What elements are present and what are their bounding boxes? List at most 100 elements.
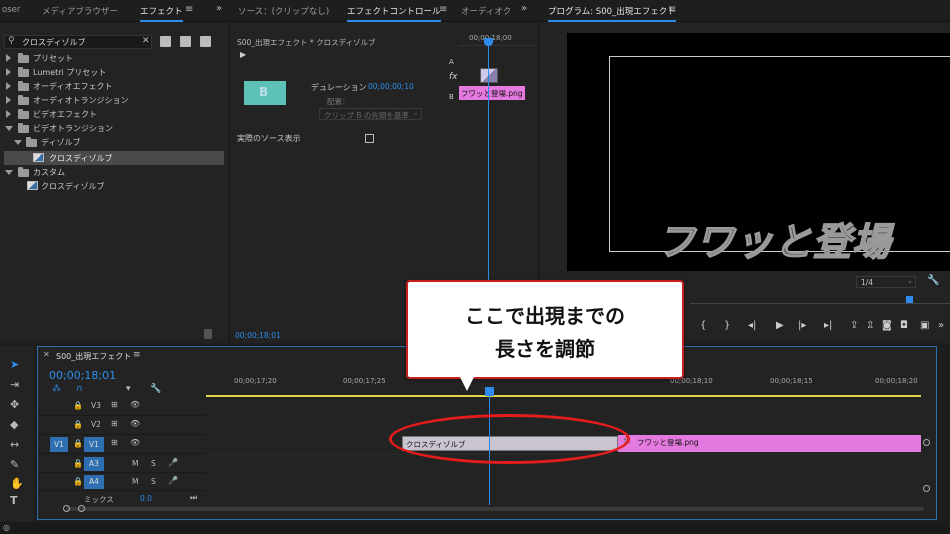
tree-item-custom-cross-dissolve[interactable]: クロスディゾルブ: [0, 179, 224, 193]
add-marker-icon[interactable]: ▾: [126, 384, 131, 394]
source-patch-v1[interactable]: V1: [50, 437, 68, 452]
lock-icon[interactable]: 🔒: [73, 401, 83, 410]
overflow-icon[interactable]: »: [938, 320, 944, 331]
panel-menu-icon[interactable]: ≡: [439, 4, 447, 15]
tree-item-custom[interactable]: カスタム: [0, 165, 224, 179]
sequence-tab[interactable]: S00_出現エフェクト: [56, 351, 131, 362]
mark-in-icon[interactable]: {: [700, 320, 706, 331]
go-to-end-icon[interactable]: ⏭: [190, 493, 197, 503]
pen-tool-icon[interactable]: ✎: [10, 458, 19, 471]
duration-value[interactable]: 00;00;00;10: [368, 82, 414, 91]
wrench-icon[interactable]: 🔧: [927, 275, 939, 286]
32bit-effects-icon[interactable]: [180, 36, 191, 47]
ec-playhead-head[interactable]: [484, 38, 493, 46]
clear-search-icon[interactable]: ✕: [142, 36, 150, 46]
timeline-timecode[interactable]: 00;00;18;01: [49, 369, 116, 382]
eye-icon[interactable]: 👁: [130, 438, 140, 447]
program-video-frame[interactable]: フワッと登場: [567, 33, 950, 271]
solo-button[interactable]: S: [151, 459, 156, 468]
tree-item-video-effects[interactable]: ビデオエフェクト: [0, 107, 224, 121]
mute-button[interactable]: M: [132, 459, 138, 468]
delete-icon[interactable]: [204, 329, 212, 339]
tab-composer[interactable]: oser: [2, 5, 20, 15]
step-back-icon[interactable]: ◂|: [748, 320, 756, 331]
panel-menu-icon[interactable]: ≡: [185, 4, 193, 15]
tree-item-audio-transitions[interactable]: オーディオトランジション: [0, 93, 224, 107]
panel-menu-icon[interactable]: ≡: [668, 4, 676, 15]
tab-media-browser[interactable]: メディアブラウザー: [42, 5, 118, 17]
zoom-handle-right[interactable]: [78, 505, 85, 512]
effect-controls-timecode[interactable]: 00;00;18;01: [235, 331, 281, 340]
microphone-icon[interactable]: 🎤: [168, 458, 178, 467]
work-area-bar[interactable]: [206, 395, 921, 397]
razor-tool-icon[interactable]: ◆: [10, 418, 18, 431]
lock-icon[interactable]: 🔒: [73, 459, 83, 468]
close-icon[interactable]: ✕: [43, 350, 50, 359]
expand-arrow-icon[interactable]: [6, 110, 11, 118]
expand-arrow-icon[interactable]: [6, 96, 11, 104]
lock-icon[interactable]: 🔒: [73, 477, 83, 486]
panel-overflow-icon[interactable]: »: [216, 3, 222, 14]
vertical-scroll-handle-top[interactable]: [923, 439, 930, 446]
microphone-icon[interactable]: 🎤: [168, 476, 178, 485]
selection-tool-icon[interactable]: ➤: [10, 358, 19, 371]
track-label-v1[interactable]: V1: [84, 437, 104, 452]
sync-lock-icon[interactable]: ⊞: [111, 438, 118, 447]
tab-effects[interactable]: エフェクト: [140, 5, 183, 22]
ripple-edit-tool-icon[interactable]: ✥: [10, 398, 19, 411]
zoom-dropdown[interactable]: 1/4 ⌄: [856, 276, 916, 288]
step-forward-icon[interactable]: |▸: [798, 320, 806, 331]
tab-program[interactable]: プログラム: S00_出現エフェクト: [548, 5, 676, 22]
eye-icon[interactable]: 👁: [130, 419, 140, 428]
solo-button[interactable]: S: [151, 477, 156, 486]
snap-icon[interactable]: ⁂: [52, 384, 61, 394]
sync-lock-icon[interactable]: ⊞: [111, 419, 118, 428]
track-label-a4[interactable]: A4: [84, 475, 104, 489]
horizontal-scrollbar[interactable]: [66, 507, 924, 511]
linked-selection-icon[interactable]: ∩: [76, 384, 83, 394]
panel-overflow-icon[interactable]: »: [521, 3, 527, 14]
timeline-settings-icon[interactable]: 🔧: [150, 384, 161, 394]
mute-button[interactable]: M: [132, 477, 138, 486]
expand-arrow-icon[interactable]: [6, 82, 11, 90]
lock-icon[interactable]: 🔒: [73, 420, 83, 429]
hand-tool-icon[interactable]: ✋: [10, 477, 24, 490]
tree-item-presets[interactable]: プリセット: [0, 51, 224, 65]
tree-item-lumetri[interactable]: Lumetri プリセット: [0, 65, 224, 79]
tab-source[interactable]: ソース：(クリップなし): [238, 5, 329, 17]
tree-item-dissolve[interactable]: ディゾルブ: [0, 135, 224, 149]
play-icon[interactable]: ▶: [776, 320, 784, 331]
collapse-arrow-icon[interactable]: [5, 126, 13, 131]
ec-transition-block[interactable]: [480, 68, 498, 83]
expand-arrow-icon[interactable]: [6, 68, 11, 76]
alignment-dropdown[interactable]: クリップ B の先頭を基準 ⌄: [319, 108, 422, 120]
search-input[interactable]: クロスディゾルブ: [22, 37, 85, 48]
track-label-a3[interactable]: A3: [84, 457, 104, 471]
camera-icon[interactable]: ◘: [900, 320, 908, 331]
extract-icon[interactable]: ⇫: [866, 320, 874, 331]
export-frame-icon[interactable]: ◙: [882, 320, 892, 331]
collapse-arrow-icon[interactable]: [14, 140, 22, 145]
vertical-scroll-handle-bottom[interactable]: [923, 485, 930, 492]
play-transition-icon[interactable]: ▶: [240, 50, 246, 59]
ec-clip-b[interactable]: フワッと登場.png: [459, 86, 525, 100]
image-clip[interactable]: fx フワッと登場.png: [618, 435, 921, 452]
mark-out-icon[interactable]: }: [724, 320, 730, 331]
lift-icon[interactable]: ⇪: [850, 320, 858, 331]
status-icon[interactable]: ◎: [3, 523, 10, 532]
expand-arrow-icon[interactable]: [6, 54, 11, 62]
tree-item-video-transitions[interactable]: ビデオトランジション: [0, 121, 224, 135]
program-playhead-marker[interactable]: [906, 296, 913, 303]
yuv-effects-icon[interactable]: [200, 36, 211, 47]
track-select-tool-icon[interactable]: ⇥: [10, 378, 19, 391]
panel-menu-icon[interactable]: ≡: [133, 350, 141, 360]
program-scrub-bar[interactable]: [690, 303, 950, 304]
settings-icon[interactable]: ▣: [920, 320, 929, 331]
show-source-checkbox[interactable]: [365, 134, 374, 143]
accelerated-effects-icon[interactable]: [160, 36, 171, 47]
zoom-handle-left[interactable]: [63, 505, 70, 512]
tree-item-audio-effects[interactable]: オーディオエフェクト: [0, 79, 224, 93]
slip-tool-icon[interactable]: ↔: [10, 438, 19, 451]
eye-icon[interactable]: 👁: [130, 400, 140, 409]
type-tool-icon[interactable]: T: [10, 494, 18, 507]
